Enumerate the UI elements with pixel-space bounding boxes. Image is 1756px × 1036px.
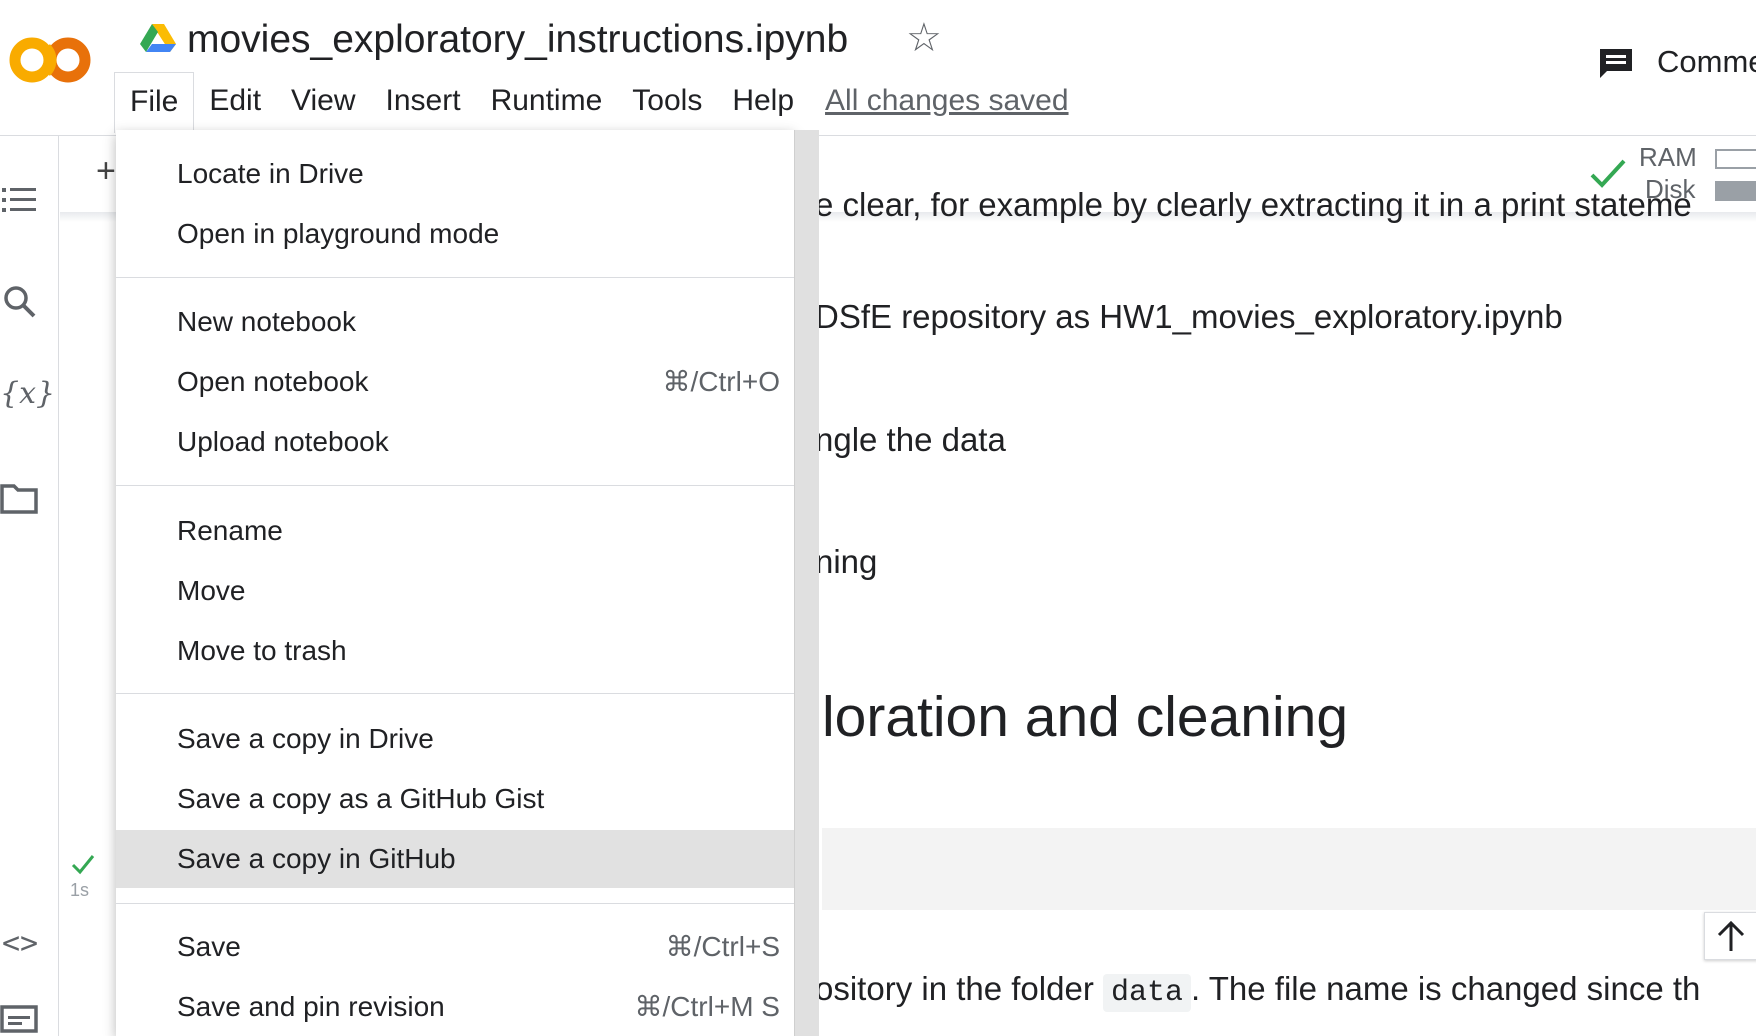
file-menu-dropdown: Locate in Drive Open in playground mode … (116, 130, 794, 1036)
notebook-text-line: ngle the data (815, 421, 1006, 458)
menu-file[interactable]: File (114, 71, 195, 133)
save-status-link[interactable]: All changes saved (825, 84, 1069, 118)
search-icon[interactable] (0, 282, 40, 322)
notebook-text-line: ository in the folder data. The file nam… (815, 970, 1701, 1012)
code-cell[interactable] (822, 828, 1756, 910)
menu-tools[interactable]: Tools (617, 72, 717, 130)
left-sidebar: {x} <> (0, 136, 59, 1036)
drive-icon[interactable] (140, 22, 176, 54)
notebook-text-line: e clear, for example by clearly extracti… (815, 186, 1692, 223)
ram-usage-bar[interactable] (1715, 149, 1756, 169)
menu-item-label: Save a copy in GitHub (177, 843, 456, 874)
star-icon[interactable]: ☆ (906, 14, 942, 62)
menu-item-save-copy-drive[interactable]: Save a copy in Drive (116, 710, 794, 768)
menu-item-label: Rename (177, 515, 283, 546)
menu-item-shortcut: ⌘/Ctrl+S (665, 931, 780, 962)
disk-usage-bar[interactable] (1715, 181, 1756, 201)
menu-item-open-notebook[interactable]: Open notebook ⌘/Ctrl+O (116, 353, 794, 411)
menu-item-save-copy-github[interactable]: Save a copy in GitHub (116, 830, 794, 888)
menu-item-rename[interactable]: Rename (116, 502, 794, 560)
ram-label[interactable]: RAM (1639, 142, 1697, 173)
notebook-title[interactable]: movies_exploratory_instructions.ipynb (187, 16, 848, 64)
menu-bar: File Edit View Insert Runtime Tools Help… (114, 71, 1069, 133)
menu-insert[interactable]: Insert (371, 72, 476, 130)
menu-item-label: Save a copy in Drive (177, 723, 434, 754)
menu-item-label: Upload notebook (177, 426, 389, 457)
menu-divider (116, 693, 794, 694)
menu-runtime[interactable]: Runtime (476, 72, 618, 130)
menu-item-open-playground[interactable]: Open in playground mode (116, 205, 794, 263)
menu-item-label: Open notebook (177, 366, 369, 397)
menu-item-label: Save a copy as a GitHub Gist (177, 783, 545, 814)
menu-item-locate-in-drive[interactable]: Locate in Drive (116, 145, 794, 203)
menu-item-label: Open in playground mode (177, 218, 500, 249)
menu-item-label: Save and pin revision (177, 991, 445, 1022)
menu-item-move[interactable]: Move (116, 562, 794, 620)
notebook-text-line: DSfE repository as HW1_movies_explorator… (815, 298, 1563, 335)
menu-item-upload-notebook[interactable]: Upload notebook (116, 413, 794, 471)
text-segment: ository in the folder (815, 970, 1103, 1007)
menu-item-save[interactable]: Save ⌘/Ctrl+S (116, 918, 794, 976)
menu-divider (116, 277, 794, 278)
comment-icon[interactable] (1597, 46, 1635, 80)
menu-divider (116, 485, 794, 486)
menu-item-label: Move to trash (177, 635, 347, 666)
menu-help[interactable]: Help (717, 72, 809, 130)
folder-icon[interactable] (0, 480, 40, 516)
menu-item-new-notebook[interactable]: New notebook (116, 293, 794, 351)
code-snippets-icon[interactable]: <> (0, 926, 40, 961)
section-heading: loration and cleaning (822, 685, 1349, 749)
menu-item-shortcut: ⌘/Ctrl+M S (634, 991, 780, 1022)
text-segment: . The file name is changed since th (1191, 970, 1701, 1007)
menu-scrollbar[interactable] (794, 130, 819, 1036)
notebook-text-line: ning (815, 543, 878, 580)
menu-item-save-and-pin[interactable]: Save and pin revision ⌘/Ctrl+M S (116, 978, 794, 1036)
terminal-icon[interactable] (0, 1004, 40, 1034)
menu-divider (116, 903, 794, 904)
menu-item-label: New notebook (177, 306, 357, 337)
toc-icon[interactable] (0, 182, 40, 218)
cell-executed-check-icon (71, 855, 95, 875)
scroll-up-button[interactable] (1704, 912, 1756, 960)
menu-item-move-to-trash[interactable]: Move to trash (116, 622, 794, 680)
variables-icon[interactable]: {x} (0, 376, 55, 411)
menu-item-label: Save (177, 931, 241, 962)
comment-button[interactable]: Comme (1657, 44, 1756, 80)
colab-logo[interactable] (6, 30, 96, 90)
cell-exec-time: 1s (70, 880, 90, 900)
menu-item-label: Move (177, 575, 246, 606)
menu-view[interactable]: View (276, 72, 370, 130)
menu-item-label: Locate in Drive (177, 158, 364, 189)
menu-item-shortcut: ⌘/Ctrl+O (662, 366, 780, 397)
arrow-up-icon (1717, 920, 1745, 951)
menu-item-save-copy-gist[interactable]: Save a copy as a GitHub Gist (116, 770, 794, 828)
inline-code: data (1102, 974, 1191, 1012)
add-cell-button[interactable]: + (96, 152, 116, 191)
menu-edit[interactable]: Edit (194, 72, 276, 130)
